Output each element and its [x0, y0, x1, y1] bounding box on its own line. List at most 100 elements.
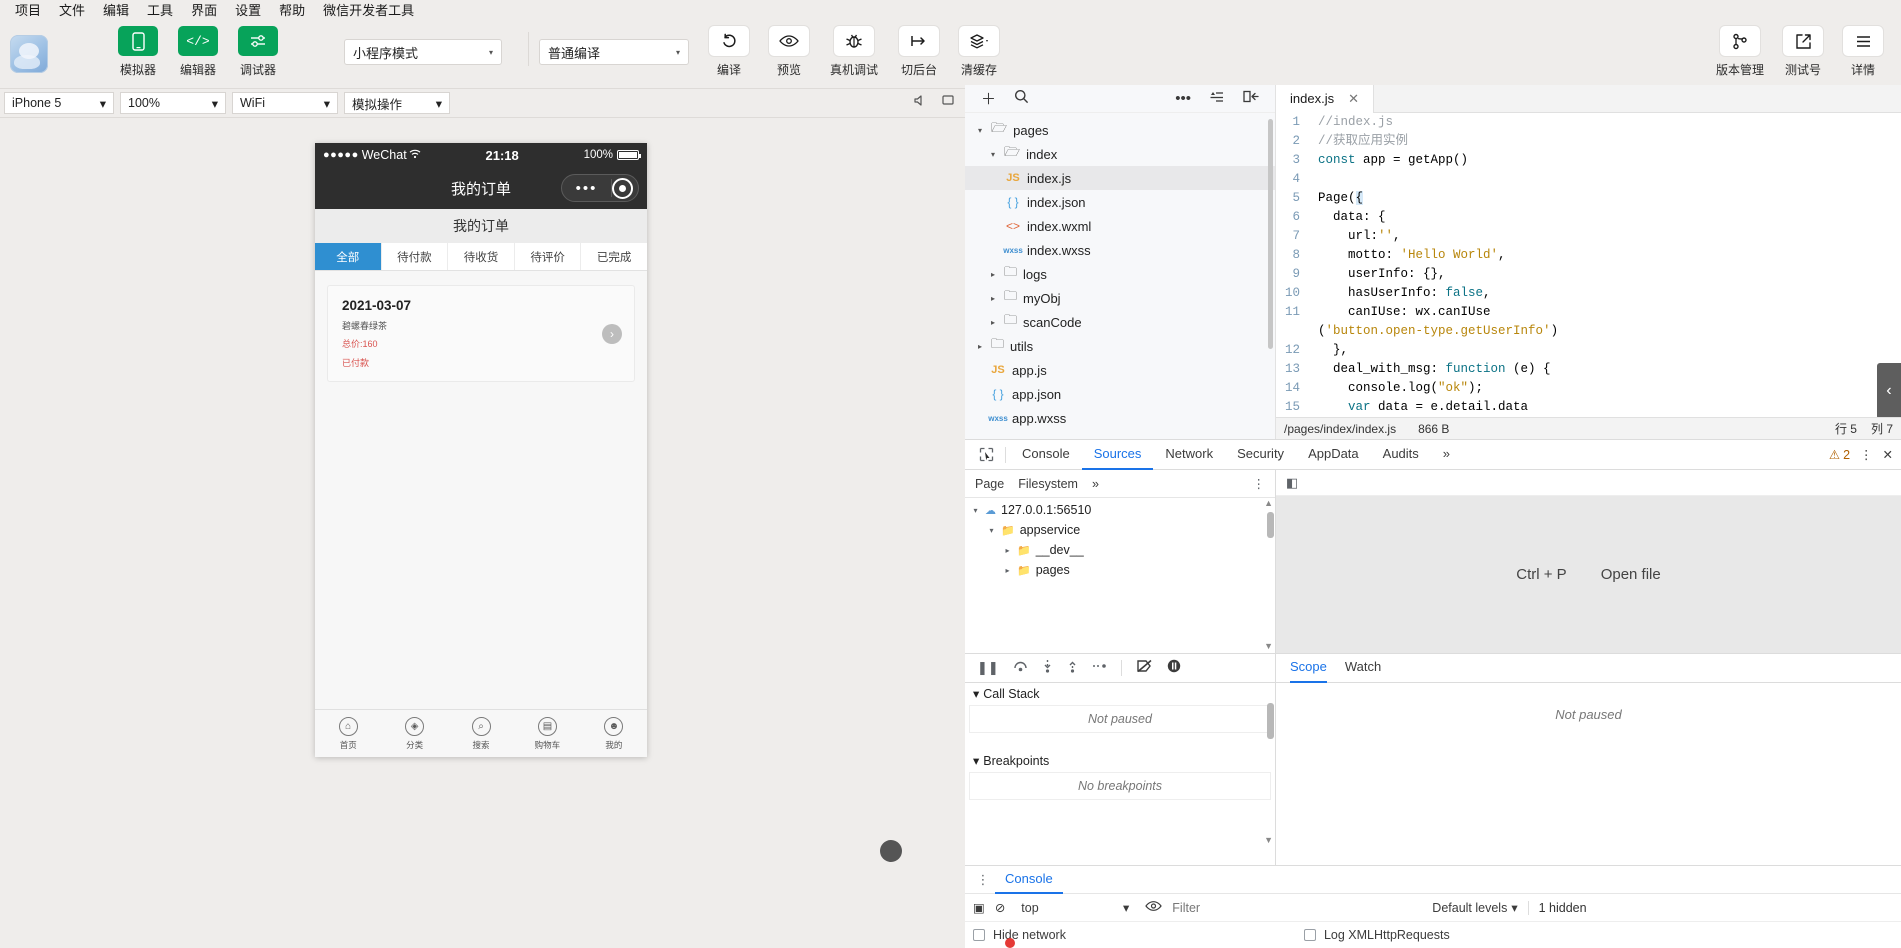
menu-item-project[interactable]: 项目: [6, 0, 50, 22]
deactivate-breakpoints-icon[interactable]: [1136, 659, 1153, 676]
console-filter-input[interactable]: Filter: [1172, 901, 1422, 915]
tree-node-myobj[interactable]: ▸ 🗀 myObj: [965, 286, 1275, 310]
tabbar-item-home[interactable]: ⌂ 首页: [315, 716, 381, 751]
breakpoints-header[interactable]: ▾ Breakpoints: [965, 750, 1275, 772]
tree-node-app-js[interactable]: JS app.js: [965, 358, 1275, 382]
src-node-appservice[interactable]: ▾ 📁 appservice: [965, 520, 1275, 540]
twisty-icon[interactable]: ▸: [1003, 566, 1012, 575]
preview-button[interactable]: 预览: [761, 26, 817, 78]
menu-item-edit[interactable]: 编辑: [94, 0, 138, 22]
tab-all[interactable]: 全部: [315, 243, 382, 270]
tab-appdata[interactable]: AppData: [1296, 439, 1371, 470]
sources-tree-scrollbar[interactable]: [1267, 512, 1274, 538]
tree-node-logs[interactable]: ▸ 🗀 logs: [965, 262, 1275, 286]
search-icon[interactable]: [1014, 89, 1029, 108]
step-icon[interactable]: [1092, 660, 1107, 675]
code-area[interactable]: 1 //index.js 2 //获取应用实例 3 const app = getAp…: [1276, 113, 1901, 417]
tree-node-index[interactable]: ▾ 🗁 index: [965, 142, 1275, 166]
twisty-icon[interactable]: ▸: [988, 318, 998, 327]
src-node-host[interactable]: ▾ ☁ 127.0.0.1:56510: [965, 500, 1275, 520]
close-icon[interactable]: ✕: [1348, 91, 1359, 107]
hide-network-checkbox[interactable]: [973, 929, 985, 941]
tab-more[interactable]: »: [1431, 439, 1462, 470]
menu-item-wechat-devtools[interactable]: 微信开发者工具: [314, 0, 423, 22]
tab-unshipped[interactable]: 待收货: [448, 243, 515, 270]
twisty-icon[interactable]: ▾: [973, 686, 979, 701]
tab-sources[interactable]: Sources: [1081, 439, 1154, 470]
chevron-right-icon[interactable]: ›: [602, 323, 622, 344]
debugger-toggle-button[interactable]: 调试器: [230, 26, 286, 78]
src-node-dev[interactable]: ▸ 📁 __dev__: [965, 540, 1275, 560]
kebab-icon[interactable]: ⋮: [1860, 447, 1873, 462]
tab-completed[interactable]: 已完成: [581, 243, 647, 270]
drawer-tab-console[interactable]: Console: [995, 865, 1063, 894]
subtab-more[interactable]: »: [1092, 477, 1099, 491]
tab-network[interactable]: Network: [1153, 439, 1225, 470]
tab-scope[interactable]: Scope: [1290, 653, 1327, 683]
tree-node-utils[interactable]: ▸ 🗀 utils: [965, 334, 1275, 358]
twisty-icon[interactable]: ▸: [975, 342, 985, 351]
details-button[interactable]: 详情: [1835, 26, 1891, 78]
simulate-action-select[interactable]: 模拟操作 ▾: [344, 92, 450, 114]
twisty-icon[interactable]: ▸: [1003, 546, 1012, 555]
rotate-screen-icon[interactable]: [941, 94, 955, 112]
zoom-select[interactable]: 100% ▾: [120, 92, 226, 114]
simulator-toggle-button[interactable]: 模拟器: [110, 26, 166, 78]
compile-select[interactable]: 普通编译 ▾: [539, 39, 689, 65]
tree-node-pages[interactable]: ▾ 🗁 pages: [965, 118, 1275, 142]
collapse-list-icon[interactable]: [1209, 90, 1225, 107]
scroll-down-arrow-icon[interactable]: ▼: [1264, 835, 1273, 845]
wechat-capsule-button[interactable]: •••: [561, 174, 639, 202]
pause-on-exceptions-icon[interactable]: [1167, 659, 1181, 676]
twisty-icon[interactable]: ▾: [987, 526, 996, 535]
pause-icon[interactable]: ❚❚: [977, 660, 999, 676]
tree-node-index-json[interactable]: { } index.json: [965, 190, 1275, 214]
drawer-panel-icon[interactable]: ▣: [973, 900, 985, 915]
console-context-select[interactable]: top ▾: [1015, 900, 1135, 916]
menu-item-tools[interactable]: 工具: [138, 0, 182, 22]
tabbar-item-search[interactable]: ⌕ 搜索: [448, 716, 514, 751]
console-levels-select[interactable]: Default levels ▾: [1432, 900, 1517, 916]
target-icon[interactable]: [612, 177, 633, 199]
eye-icon[interactable]: [1145, 900, 1163, 915]
tree-node-index-js[interactable]: JS index.js: [965, 166, 1275, 190]
editor-collapse-handle[interactable]: ‹: [1877, 363, 1901, 417]
menu-item-help[interactable]: 帮助: [270, 0, 314, 22]
tabbar-item-cart[interactable]: ▤ 购物车: [514, 716, 580, 751]
console-hidden-count[interactable]: 1 hidden: [1539, 901, 1587, 915]
tree-node-index-wxml[interactable]: <> index.wxml: [965, 214, 1275, 238]
tab-watch[interactable]: Watch: [1345, 653, 1381, 683]
more-icon[interactable]: •••: [1175, 90, 1191, 107]
subtab-filesystem[interactable]: Filesystem: [1018, 477, 1078, 491]
editor-tab-index-js[interactable]: index.js ✕: [1276, 84, 1374, 113]
menu-item-ui[interactable]: 界面: [182, 0, 226, 22]
clear-console-icon[interactable]: ⊘: [995, 900, 1005, 915]
cursor-inspect-icon[interactable]: [971, 447, 1001, 462]
tab-security[interactable]: Security: [1225, 439, 1296, 470]
capsule-more-icon[interactable]: •••: [562, 180, 611, 197]
twisty-icon[interactable]: ▸: [988, 294, 998, 303]
editor-toggle-button[interactable]: </> 编辑器: [170, 26, 226, 78]
tree-node-app-wxss[interactable]: wxss app.wxss: [965, 406, 1275, 430]
twisty-icon[interactable]: ▾: [971, 506, 980, 515]
scroll-up-arrow-icon[interactable]: ▲: [1264, 498, 1273, 508]
device-select[interactable]: iPhone 5 ▾: [4, 92, 114, 114]
src-node-pages[interactable]: ▸ 📁 pages: [965, 560, 1275, 580]
volume-icon[interactable]: [913, 94, 927, 112]
warning-badge[interactable]: ⚠ 2: [1829, 447, 1850, 463]
twisty-icon[interactable]: ▾: [975, 126, 985, 135]
test-account-button[interactable]: 测试号: [1775, 26, 1831, 78]
tabbar-item-profile[interactable]: ☻ 我的: [581, 716, 647, 751]
tab-console[interactable]: Console: [1010, 439, 1082, 470]
subtab-page[interactable]: Page: [975, 477, 1004, 491]
tree-node-scancode[interactable]: ▸ 🗀 scanCode: [965, 310, 1275, 334]
clear-cache-button[interactable]: 清缓存: [951, 26, 1007, 78]
devtools-close-icon[interactable]: ✕: [1883, 447, 1893, 462]
log-xhr-checkbox[interactable]: [1303, 929, 1316, 941]
tab-unpaid[interactable]: 待付款: [382, 243, 449, 270]
background-button[interactable]: 切后台: [891, 26, 947, 78]
kebab-icon[interactable]: ⋮: [1253, 476, 1266, 491]
order-card[interactable]: 2021-03-07 碧螺春绿茶 总价:160 已付款 ›: [327, 285, 635, 382]
tab-unreviewed[interactable]: 待评价: [515, 243, 582, 270]
panel-toggle-icon[interactable]: [1243, 90, 1259, 107]
